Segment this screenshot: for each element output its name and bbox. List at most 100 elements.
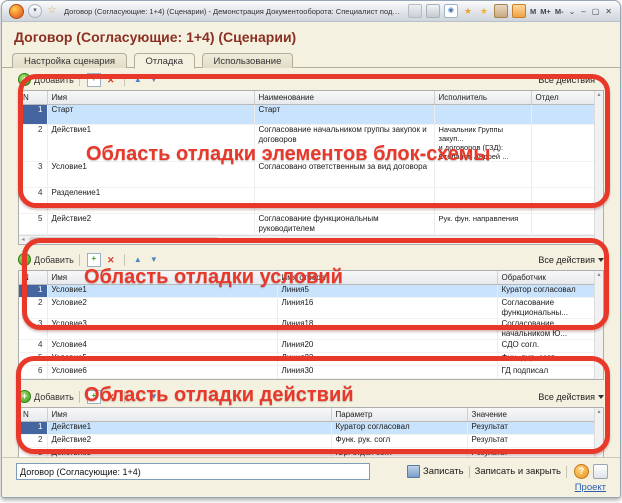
move-up-icon[interactable]: ▲ — [132, 391, 144, 403]
favorites-star-icon[interactable]: ☆ — [46, 5, 58, 17]
table-cell[interactable]: Согласование начальником группы закупок … — [254, 125, 434, 162]
table-cell[interactable]: Линия20 — [277, 340, 497, 353]
row-number-cell[interactable]: 2 — [19, 435, 47, 448]
print-icon[interactable] — [426, 4, 440, 18]
table-cell[interactable]: Согласование функциональны... — [497, 298, 601, 319]
row-number-cell[interactable]: 5 — [19, 353, 47, 366]
project-link[interactable]: Проект — [575, 482, 606, 493]
table-cell[interactable]: Условие2 — [47, 298, 277, 319]
column-header[interactable]: N — [19, 271, 47, 285]
table-cell[interactable]: Старт — [254, 105, 434, 125]
copy-row-icon[interactable]: + — [87, 73, 101, 87]
column-header[interactable]: Имя — [47, 408, 331, 422]
table-cell[interactable]: Результат — [467, 435, 601, 448]
row-number-cell[interactable]: 1 — [19, 422, 47, 435]
table-cell[interactable] — [531, 125, 601, 162]
close-button[interactable]: ✕ — [605, 7, 612, 16]
column-header[interactable]: Исполнитель — [434, 91, 531, 105]
table-cell[interactable]: Линия22 — [277, 353, 497, 366]
scroll-left-icon[interactable]: ◂ — [19, 236, 27, 244]
table-cell[interactable]: Рук. фун. направления — [434, 214, 531, 235]
table-cell[interactable]: Линия16 — [277, 298, 497, 319]
save-button[interactable]: Записать — [423, 466, 464, 477]
table-cell[interactable] — [531, 188, 601, 214]
row-number-cell[interactable]: 4 — [19, 188, 47, 214]
maximize-button[interactable]: ▢ — [592, 7, 600, 16]
calculator-icon[interactable] — [512, 4, 526, 18]
table-row[interactable]: 3Условие3Линия18Согласование начальником… — [19, 319, 601, 340]
table-row[interactable]: 4Разделение1 — [19, 188, 601, 214]
table-cell[interactable]: Линия5 — [277, 285, 497, 298]
column-header[interactable]: Имя отбора — [277, 271, 497, 285]
notes-icon[interactable] — [494, 4, 508, 18]
help-icon[interactable]: ? — [574, 464, 589, 479]
row-number-cell[interactable]: 1 — [19, 105, 47, 125]
table-row[interactable]: 5Действие2Согласование функциональным ру… — [19, 214, 601, 235]
table-row[interactable]: 2Действие2Функ. рук. соглРезультат — [19, 435, 601, 448]
add-button[interactable]: + Добавить — [18, 73, 74, 86]
table-row[interactable]: 1Условие1Линия5Куратор согласовал — [19, 285, 601, 298]
scrollbar-thumb[interactable] — [29, 237, 219, 243]
table-cell[interactable]: Согласовано ответственным за вид договор… — [254, 162, 434, 188]
column-header[interactable]: Наименование — [254, 91, 434, 105]
table-cell[interactable]: Условие1 — [47, 285, 277, 298]
row-number-cell[interactable]: 2 — [19, 298, 47, 319]
all-actions-button[interactable]: Все действия — [538, 392, 604, 402]
move-up-icon[interactable]: ▲ — [132, 74, 144, 86]
table-cell[interactable] — [531, 105, 601, 125]
table-cell[interactable]: Куратор согласовал — [497, 285, 601, 298]
table-cell[interactable]: Старт — [47, 105, 254, 125]
delete-row-icon[interactable]: ✕ — [105, 74, 117, 86]
save-icon[interactable] — [408, 4, 422, 18]
vertical-scrollbar[interactable]: ▴ — [594, 91, 603, 244]
table-row[interactable]: 4Условие4Линия20СДО согл. — [19, 340, 601, 353]
move-down-icon[interactable]: ▼ — [148, 74, 160, 86]
table-cell[interactable]: ГД подписал — [497, 366, 601, 379]
copy-row-icon[interactable]: + — [87, 253, 101, 267]
copy-row-icon[interactable]: + — [87, 390, 101, 404]
table-cell[interactable] — [531, 162, 601, 188]
column-header[interactable]: N — [19, 91, 47, 105]
column-header[interactable]: N — [19, 408, 47, 422]
table-cell[interactable]: Условие4 — [47, 340, 277, 353]
row-number-cell[interactable]: 5 — [19, 214, 47, 235]
vertical-scrollbar[interactable]: ▴ — [594, 271, 603, 379]
show-in-window-icon[interactable] — [593, 464, 608, 479]
table-cell[interactable]: Функ. рук. согл — [331, 435, 467, 448]
row-number-cell[interactable]: 3 — [19, 319, 47, 340]
column-header[interactable]: Обработчик — [497, 271, 601, 285]
move-down-icon[interactable]: ▼ — [148, 391, 160, 403]
memory-m-button[interactable]: M — [530, 7, 536, 16]
table-cell[interactable]: Условие1 — [47, 162, 254, 188]
column-header[interactable]: Имя — [47, 271, 277, 285]
table-cell[interactable]: Начальник Группы закуп... и договоров (Г… — [434, 125, 531, 162]
table-cell[interactable]: Разделение1 — [47, 188, 254, 214]
table-cell[interactable]: Действие2 — [47, 214, 254, 235]
table-cell[interactable]: Условие3 — [47, 319, 277, 340]
table-row[interactable]: 3Условие1Согласовано ответственным за ви… — [19, 162, 601, 188]
column-header[interactable]: Значение — [467, 408, 601, 422]
table-cell[interactable]: СДО согл. — [497, 340, 601, 353]
all-actions-button[interactable]: Все действия — [538, 75, 604, 85]
table-cell[interactable] — [434, 105, 531, 125]
table-cell[interactable]: Куратор согласовал — [331, 422, 467, 435]
move-up-icon[interactable]: ▲ — [132, 254, 144, 266]
table-cell[interactable]: Результат — [467, 422, 601, 435]
memory-mplus-button[interactable]: M+ — [540, 7, 551, 16]
system-menu-button[interactable]: ▾ — [28, 4, 42, 18]
table-row[interactable]: 5Условие5Линия22Фин. дир. согл — [19, 353, 601, 366]
table-cell[interactable]: Линия30 — [277, 366, 497, 379]
move-down-icon[interactable]: ▼ — [148, 254, 160, 266]
table-cell[interactable]: Фин. дир. согл — [497, 353, 601, 366]
add-favorite-icon[interactable]: ★ — [462, 5, 474, 17]
table-cell[interactable] — [254, 188, 434, 214]
row-number-cell[interactable]: 2 — [19, 125, 47, 162]
table-cell[interactable]: Условие5 — [47, 353, 277, 366]
row-number-cell[interactable]: 4 — [19, 340, 47, 353]
tab-debug[interactable]: Отладка — [134, 53, 196, 69]
memory-mminus-button[interactable]: M- — [555, 7, 564, 16]
print-preview-icon[interactable]: ◉ — [444, 4, 458, 18]
add-button[interactable]: + Добавить — [18, 253, 74, 266]
scenario-name-input[interactable] — [16, 463, 370, 480]
minimize-button[interactable]: – — [581, 7, 585, 16]
